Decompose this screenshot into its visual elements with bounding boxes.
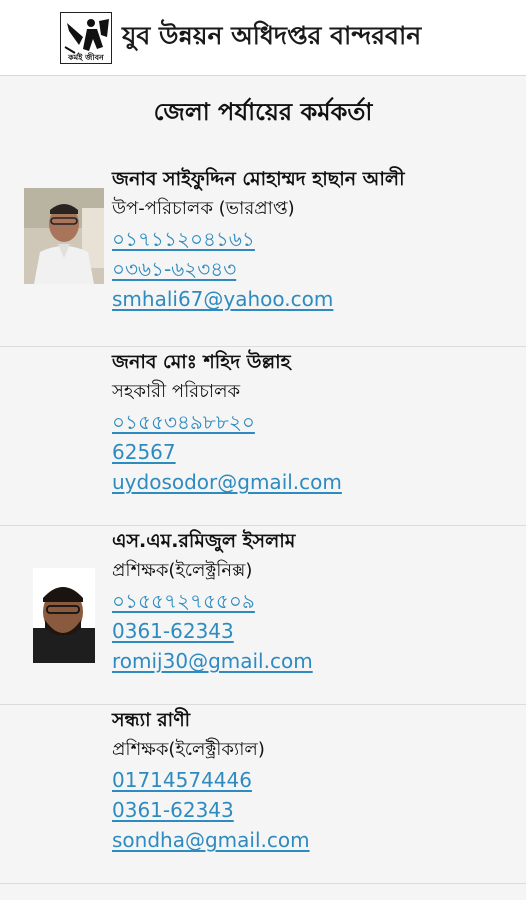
mobile-link[interactable]: ০১৫৫৭২৭৫৫০৯ [112, 586, 313, 616]
officer-name: সন্ধ্যা রাণী [112, 709, 191, 731]
officer-card: এস.এম.রমিজুল ইসলাম প্রশিক্ষক(ইলেক্ট্রনিক… [0, 526, 526, 705]
officer-card: জনাব মোঃ শহিদ উল্লাহ সহকারী পরিচালক ০১৫৫… [0, 347, 526, 526]
officer-designation: প্রশিক্ষক(ইলেক্ট্রনিক্স) [112, 560, 253, 581]
officer-card: সন্ধ্যা রাণী প্রশিক্ষক(ইলেক্ট্রীক্যাল) 0… [0, 705, 526, 884]
officer-designation: প্রশিক্ষক(ইলেক্ট্রীক্যাল) [112, 739, 265, 760]
phone-link[interactable]: 0361-62343 [112, 616, 313, 646]
officer-photo [24, 188, 104, 284]
officer-designation: সহকারী পরিচালক [112, 381, 241, 402]
phone-link[interactable]: 0361-62343 [112, 795, 310, 825]
mobile-link[interactable]: ০১৫৫৩৪৯৮৮২০ [112, 407, 342, 437]
officer-name: এস.এম.রমিজুল ইসলাম [112, 530, 296, 552]
officer-info: জনাব মোঃ শহিদ উল্লাহ সহকারী পরিচালক ০১৫৫… [112, 347, 342, 497]
email-link[interactable]: uydosodor@gmail.com [112, 467, 342, 497]
section-heading: জেলা পর্যায়ের কর্মকর্তা [153, 98, 373, 126]
officer-info: এস.এম.রমিজুল ইসলাম প্রশিক্ষক(ইলেক্ট্রনিক… [112, 526, 313, 676]
mobile-link[interactable]: 01714574446 [112, 765, 310, 795]
officer-list: জনাব সাইফুদ্দিন মোহাম্মদ হাছান আলী উপ-পর… [0, 164, 526, 884]
email-link[interactable]: smhali67@yahoo.com [112, 284, 405, 314]
email-link[interactable]: sondha@gmail.com [112, 825, 310, 855]
officer-info: জনাব সাইফুদ্দিন মোহাম্মদ হাছান আলী উপ-পর… [112, 164, 405, 314]
phone-link[interactable]: 62567 [112, 437, 342, 467]
officer-card: জনাব সাইফুদ্দিন মোহাম্মদ হাছান আলী উপ-পর… [0, 164, 526, 347]
app-title: যুব উন্নয়ন অধিদপ্তর বান্দরবান [122, 21, 422, 50]
phone-link[interactable]: ০৩৬১-৬২৩৪৩ [112, 254, 405, 284]
email-link[interactable]: romij30@gmail.com [112, 646, 313, 676]
officer-name: জনাব মোঃ শহিদ উল্লাহ [112, 351, 291, 373]
officer-name: জনাব সাইফুদ্দিন মোহাম্মদ হাছান আলী [112, 168, 405, 190]
officer-info: সন্ধ্যা রাণী প্রশিক্ষক(ইলেক্ট্রীক্যাল) 0… [112, 705, 310, 855]
app-bar: কর্মই জীবন যুব উন্নয়ন অধিদপ্তর বান্দরবা… [0, 0, 526, 76]
mobile-link[interactable]: ০১৭১১২০৪১৬১ [112, 224, 405, 254]
officer-photo [33, 568, 95, 663]
logo-caption: কর্মই জীবন [68, 52, 104, 62]
app-logo-icon: কর্মই জীবন [60, 11, 112, 64]
officer-designation: উপ-পরিচালক (ভারপ্রাপ্ত) [112, 198, 295, 219]
